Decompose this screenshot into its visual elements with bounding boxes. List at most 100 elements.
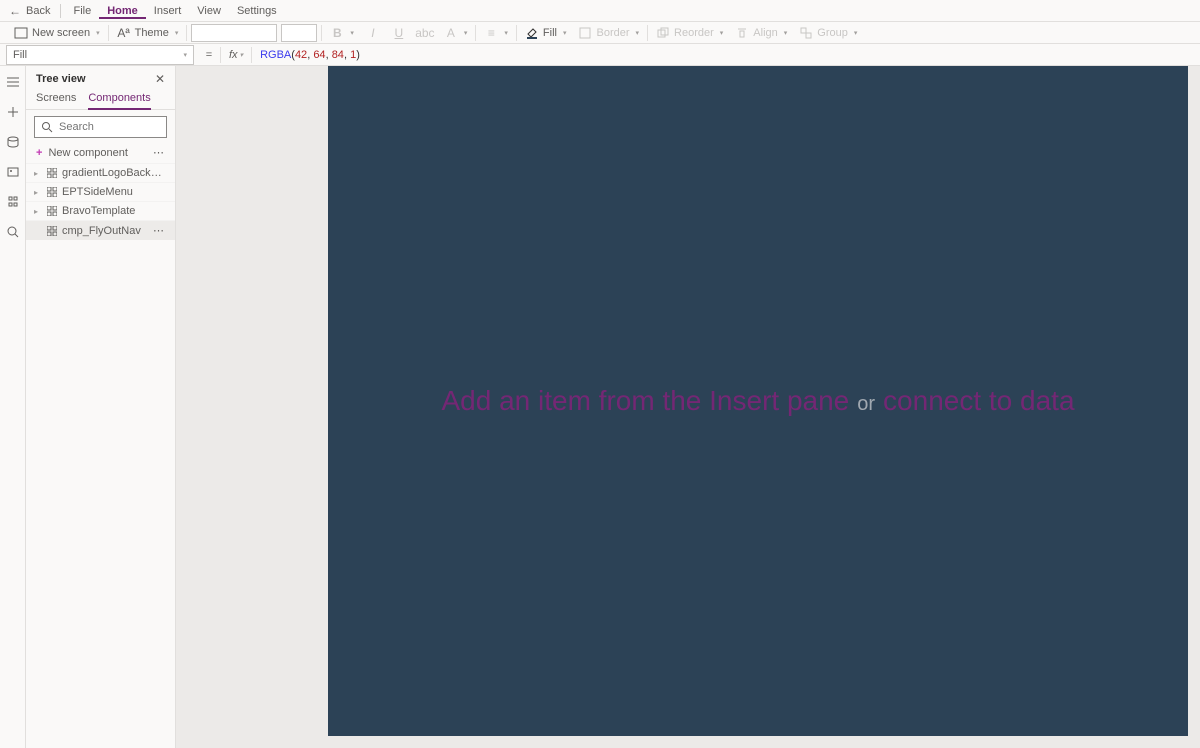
chevron-down-icon: ▾	[504, 29, 508, 37]
canvas-hint: Add an item from the Insert pane or conn…	[441, 385, 1074, 417]
tree-search[interactable]	[34, 116, 167, 138]
theme-icon: Aª	[117, 26, 131, 40]
align-text-button[interactable]: ≡▾	[478, 22, 514, 44]
chevron-down-icon: ▾	[175, 29, 179, 37]
new-screen-button[interactable]: New screen ▾	[8, 22, 106, 44]
tree-item-label: EPTSideMenu	[62, 186, 165, 198]
reorder-label: Reorder	[674, 27, 714, 39]
chevron-down-icon: ▾	[240, 51, 244, 59]
group-button[interactable]: Group ▾	[793, 22, 863, 44]
search-rail-button[interactable]	[5, 224, 21, 240]
chevron-down-icon: ▾	[96, 29, 100, 37]
reorder-icon	[656, 26, 670, 40]
plus-icon: +	[36, 147, 42, 159]
divider	[60, 4, 61, 18]
tree-view-panel: Tree view ✕ Screens Components + New com…	[26, 66, 176, 748]
border-icon	[578, 26, 592, 40]
divider	[220, 47, 221, 63]
more-icon[interactable]: ⋯	[153, 146, 165, 159]
align-button[interactable]: Align ▾	[729, 22, 793, 44]
font-size-select[interactable]	[281, 24, 317, 42]
tab-screens[interactable]: Screens	[36, 88, 76, 109]
fill-icon	[525, 26, 539, 40]
align-label: Align	[753, 27, 777, 39]
chevron-right-icon: ▸	[34, 207, 42, 216]
group-icon	[799, 26, 813, 40]
theme-label: Theme	[135, 27, 169, 39]
close-icon[interactable]: ✕	[155, 72, 165, 86]
chevron-down-icon: ▾	[350, 29, 354, 37]
more-icon[interactable]: ⋯	[153, 224, 165, 237]
tree-item[interactable]: ▸ gradientLogoBackground	[26, 163, 175, 182]
variables-rail-button[interactable]	[5, 194, 21, 210]
reorder-button[interactable]: Reorder ▾	[650, 22, 729, 44]
tree-list: ▸ gradientLogoBackground ▸ EPTSideMenu ▸…	[26, 163, 175, 748]
tree-item[interactable]: ▸ EPTSideMenu	[26, 182, 175, 201]
menu-home[interactable]: Home	[99, 3, 146, 19]
italic-icon: I	[366, 26, 380, 40]
tree-item[interactable]: ▸ BravoTemplate	[26, 201, 175, 220]
arrow-left-icon: ←	[8, 4, 22, 18]
fx-button[interactable]: fx ▾	[223, 49, 249, 61]
hint-insert-link[interactable]: Add an item from the Insert pane	[441, 385, 849, 417]
tree-item-label: BravoTemplate	[62, 205, 165, 217]
back-label: Back	[26, 5, 50, 17]
search-icon	[41, 121, 53, 133]
ribbon: New screen ▾ Aª Theme ▾ B▾ I U abc A▾ ≡▾…	[0, 22, 1200, 44]
formula-fn: RGBA	[260, 49, 291, 61]
font-color-button[interactable]: A▾	[438, 22, 474, 44]
fx-label: fx	[229, 49, 238, 61]
strikethrough-button[interactable]: abc	[412, 22, 438, 44]
chevron-down-icon: ▾	[563, 29, 567, 37]
tree-view-rail-button[interactable]	[5, 74, 21, 90]
menu-settings[interactable]: Settings	[229, 3, 285, 19]
property-name: Fill	[13, 49, 27, 61]
canvas-container: Add an item from the Insert pane or conn…	[176, 66, 1200, 748]
back-button[interactable]: ← Back	[8, 4, 50, 18]
bold-button[interactable]: B▾	[324, 22, 360, 44]
data-rail-button[interactable]	[5, 134, 21, 150]
menu-file[interactable]: File	[65, 3, 99, 19]
strikethrough-icon: abc	[418, 26, 432, 40]
tree-item[interactable]: cmp_FlyOutNav ⋯	[26, 220, 175, 240]
bold-icon: B	[330, 26, 344, 40]
border-button[interactable]: Border ▾	[572, 22, 645, 44]
chevron-down-icon: ▾	[720, 29, 724, 37]
tree-tabs: Screens Components	[26, 88, 175, 110]
fill-button[interactable]: Fill ▾	[519, 22, 573, 44]
main-area: Tree view ✕ Screens Components + New com…	[0, 66, 1200, 748]
tree-title: Tree view	[36, 73, 86, 85]
hint-connect-link[interactable]: connect to data	[883, 385, 1074, 417]
tree-header: Tree view ✕	[26, 66, 175, 88]
chevron-down-icon: ▾	[854, 29, 858, 37]
menu-insert[interactable]: Insert	[146, 3, 190, 19]
chevron-down-icon: ▾	[464, 29, 468, 37]
insert-rail-button[interactable]	[5, 104, 21, 120]
chevron-down-icon: ▾	[636, 29, 640, 37]
divider	[475, 25, 476, 41]
new-component-label: New component	[48, 147, 128, 159]
tab-components[interactable]: Components	[88, 88, 150, 110]
group-label: Group	[817, 27, 848, 39]
menu-view[interactable]: View	[189, 3, 229, 19]
component-icon	[46, 186, 58, 198]
divider	[516, 25, 517, 41]
component-icon	[46, 167, 58, 179]
component-icon	[46, 205, 58, 217]
new-component-button[interactable]: + New component ⋯	[26, 142, 175, 163]
formula-input[interactable]: RGBA(42, 64, 84, 1)	[254, 48, 1200, 61]
media-rail-button[interactable]	[5, 164, 21, 180]
italic-button[interactable]: I	[360, 22, 386, 44]
align-text-icon: ≡	[484, 26, 498, 40]
left-rail	[0, 66, 26, 748]
divider	[186, 25, 187, 41]
theme-button[interactable]: Aª Theme ▾	[111, 22, 185, 44]
divider	[251, 47, 252, 63]
property-selector[interactable]: Fill ▾	[6, 45, 194, 65]
tree-item-label: cmp_FlyOutNav	[62, 225, 149, 237]
underline-button[interactable]: U	[386, 22, 412, 44]
canvas[interactable]: Add an item from the Insert pane or conn…	[328, 66, 1188, 736]
chevron-down-icon: ▾	[784, 29, 788, 37]
font-family-select[interactable]	[191, 24, 277, 42]
align-icon	[735, 26, 749, 40]
